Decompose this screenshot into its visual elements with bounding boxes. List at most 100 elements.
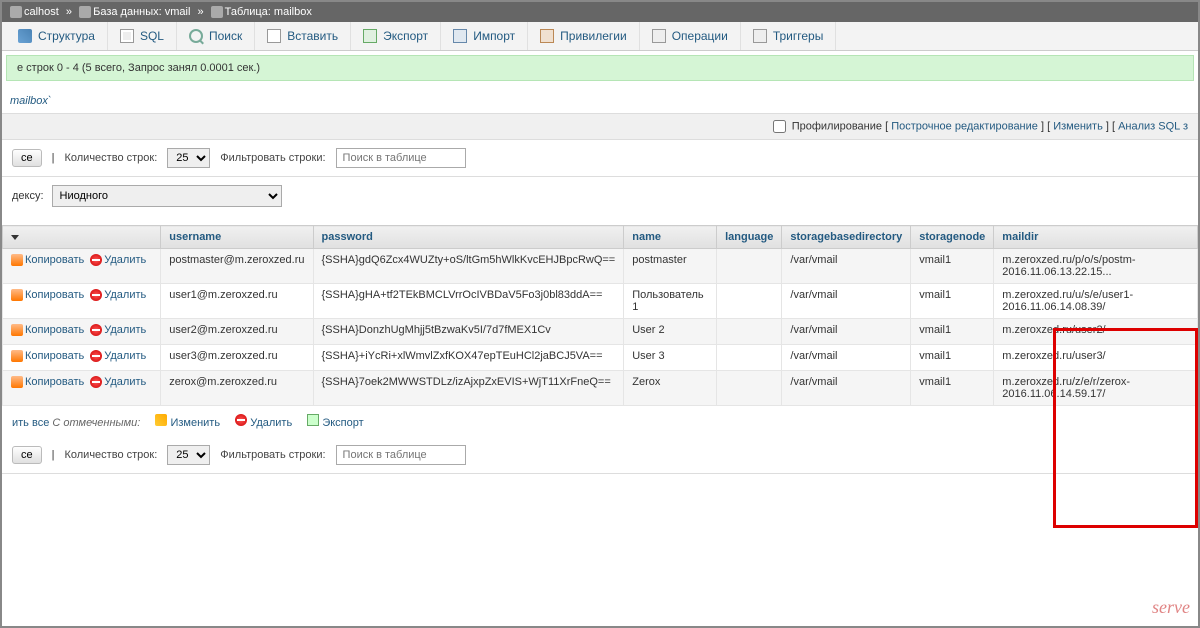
cell-password[interactable]: {SSHA}DonzhUgMhjj5tBzwaKv5I/7d7fMEX1Cv xyxy=(313,319,624,345)
cell-storagebasedirectory[interactable]: /var/vmail xyxy=(782,284,911,319)
row-delete-link[interactable]: Удалить xyxy=(90,289,146,301)
cell-username[interactable]: user1@m.zeroxzed.ru xyxy=(161,284,313,319)
tab-triggers[interactable]: Триггеры xyxy=(741,22,837,50)
cell-name[interactable]: User 3 xyxy=(624,345,717,371)
check-all-link[interactable]: ить все xyxy=(12,417,49,429)
cell-storagebasedirectory[interactable]: /var/vmail xyxy=(782,249,911,284)
explain-link[interactable]: Анализ SQL з xyxy=(1118,121,1188,133)
filter-input-bottom[interactable] xyxy=(336,445,466,465)
structure-icon xyxy=(18,29,32,43)
row-actions-cell: Копировать Удалить xyxy=(3,284,161,319)
cell-storagenode[interactable]: vmail1 xyxy=(911,249,994,284)
cell-maildir[interactable]: m.zeroxzed.ru/z/e/r/zerox-2016.11.06.14.… xyxy=(994,371,1198,406)
row-copy-link[interactable]: Копировать xyxy=(11,350,84,362)
cell-storagenode[interactable]: vmail1 xyxy=(911,284,994,319)
col-name[interactable]: name xyxy=(624,226,717,249)
show-all-button-bottom[interactable]: се xyxy=(12,446,42,464)
export-icon xyxy=(363,29,377,43)
row-delete-link[interactable]: Удалить xyxy=(90,324,146,336)
cell-password[interactable]: {SSHA}7oek2MWWSTDLz/izAjxpZxEVIS+WjT11Xr… xyxy=(313,371,624,406)
cell-language[interactable] xyxy=(717,345,782,371)
edit-link[interactable]: Изменить xyxy=(1053,121,1103,133)
tab-structure[interactable]: Структура xyxy=(6,22,108,50)
rowcount-select[interactable]: 25 xyxy=(167,148,210,168)
tab-label: SQL xyxy=(140,29,164,43)
bc-tbl[interactable]: mailbox xyxy=(274,6,312,18)
filter-input[interactable] xyxy=(336,148,466,168)
row-actions-cell: Копировать Удалить xyxy=(3,371,161,406)
tab-search[interactable]: Поиск xyxy=(177,22,255,50)
cell-storagebasedirectory[interactable]: /var/vmail xyxy=(782,371,911,406)
row-delete-link[interactable]: Удалить xyxy=(90,376,146,388)
cell-password[interactable]: {SSHA}gdQ6Zcx4WUZty+oS/ltGm5hWlkKvcEHJBp… xyxy=(313,249,624,284)
cell-name[interactable]: Zerox xyxy=(624,371,717,406)
cell-username[interactable]: user3@m.zeroxzed.ru xyxy=(161,345,313,371)
col-username[interactable]: username xyxy=(161,226,313,249)
bulk-actions: ить все С отмеченными: Изменить Удалить … xyxy=(2,406,1198,437)
cell-storagebasedirectory[interactable]: /var/vmail xyxy=(782,319,911,345)
cell-maildir[interactable]: m.zeroxzed.ru/p/o/s/postm-2016.11.06.13.… xyxy=(994,249,1198,284)
copy-icon xyxy=(11,254,23,266)
col-language[interactable]: language xyxy=(717,226,782,249)
cell-storagenode[interactable]: vmail1 xyxy=(911,319,994,345)
table-row[interactable]: Копировать Удалить postmaster@m.zeroxzed.r… xyxy=(3,249,1198,284)
table-row[interactable]: Копировать Удалить zerox@m.zeroxzed.ru{SSH… xyxy=(3,371,1198,406)
table-row[interactable]: Копировать Удалить user3@m.zeroxzed.ru{SSH… xyxy=(3,345,1198,371)
cell-maildir[interactable]: m.zeroxzed.ru/u/s/e/user1-2016.11.06.14.… xyxy=(994,284,1198,319)
row-copy-link[interactable]: Копировать xyxy=(11,324,84,336)
profiling-label: Профилирование xyxy=(792,121,882,133)
cell-password[interactable]: {SSHA}gHA+tf2TEkBMCLVrrOcIVBDaV5Fo3j0bl8… xyxy=(313,284,624,319)
row-delete-link[interactable]: Удалить xyxy=(90,350,146,362)
cell-username[interactable]: postmaster@m.zeroxzed.ru xyxy=(161,249,313,284)
bulk-edit-link[interactable]: Изменить xyxy=(170,417,220,429)
cell-username[interactable]: user2@m.zeroxzed.ru xyxy=(161,319,313,345)
tab-label: Привилегии xyxy=(560,29,627,43)
tab-operations[interactable]: Операции xyxy=(640,22,741,50)
row-copy-link[interactable]: Копировать xyxy=(11,254,84,266)
bulk-export-link[interactable]: Экспорт xyxy=(322,417,363,429)
cell-storagenode[interactable]: vmail1 xyxy=(911,345,994,371)
watermark: serve xyxy=(1152,597,1190,618)
cell-name[interactable]: User 2 xyxy=(624,319,717,345)
delete-icon xyxy=(90,350,102,362)
row-actions-cell: Копировать Удалить xyxy=(3,345,161,371)
cell-name[interactable]: postmaster xyxy=(624,249,717,284)
cell-storagenode[interactable]: vmail1 xyxy=(911,371,994,406)
tab-insert[interactable]: Вставить xyxy=(255,22,351,50)
cell-maildir[interactable]: m.zeroxzed.ru/user2/ xyxy=(994,319,1198,345)
tab-import[interactable]: Импорт xyxy=(441,22,528,50)
rowcount-select-bottom[interactable]: 25 xyxy=(167,445,210,465)
col-password[interactable]: password xyxy=(313,226,624,249)
cell-language[interactable] xyxy=(717,319,782,345)
cell-storagebasedirectory[interactable]: /var/vmail xyxy=(782,345,911,371)
inline-edit-link[interactable]: Построчное редактирование xyxy=(891,121,1038,133)
col-maildir[interactable]: maildir xyxy=(994,226,1198,249)
cell-username[interactable]: zerox@m.zeroxzed.ru xyxy=(161,371,313,406)
cell-name[interactable]: Пользователь 1 xyxy=(624,284,717,319)
triggers-icon xyxy=(753,29,767,43)
tab-privileges[interactable]: Привилегии xyxy=(528,22,640,50)
row-copy-link[interactable]: Копировать xyxy=(11,289,84,301)
delete-icon xyxy=(90,289,102,301)
cell-language[interactable] xyxy=(717,249,782,284)
table-row[interactable]: Копировать Удалить user2@m.zeroxzed.ru{SSH… xyxy=(3,319,1198,345)
cell-language[interactable] xyxy=(717,371,782,406)
cell-password[interactable]: {SSHA}+iYcRi+xlWmvlZxfKOX47epTEuHCl2jaBC… xyxy=(313,345,624,371)
cell-maildir[interactable]: m.zeroxzed.ru/user3/ xyxy=(994,345,1198,371)
bulk-delete-link[interactable]: Удалить xyxy=(250,417,292,429)
bc-host[interactable]: calhost xyxy=(24,6,59,18)
profiling-checkbox[interactable] xyxy=(773,120,786,133)
table-row[interactable]: Копировать Удалить user1@m.zeroxzed.ru{SSH… xyxy=(3,284,1198,319)
cell-language[interactable] xyxy=(717,284,782,319)
tab-sql[interactable]: SQL xyxy=(108,22,177,50)
pencil-icon xyxy=(155,414,167,426)
row-copy-link[interactable]: Копировать xyxy=(11,376,84,388)
tab-export[interactable]: Экспорт xyxy=(351,22,441,50)
bc-db[interactable]: vmail xyxy=(165,6,191,18)
row-delete-link[interactable]: Удалить xyxy=(90,254,146,266)
show-all-button[interactable]: се xyxy=(12,149,42,167)
sort-select[interactable]: Ниодного xyxy=(52,185,282,207)
col-storagenode[interactable]: storagenode xyxy=(911,226,994,249)
delete-icon xyxy=(90,254,102,266)
col-storagebasedirectory[interactable]: storagebasedirectory xyxy=(782,226,911,249)
